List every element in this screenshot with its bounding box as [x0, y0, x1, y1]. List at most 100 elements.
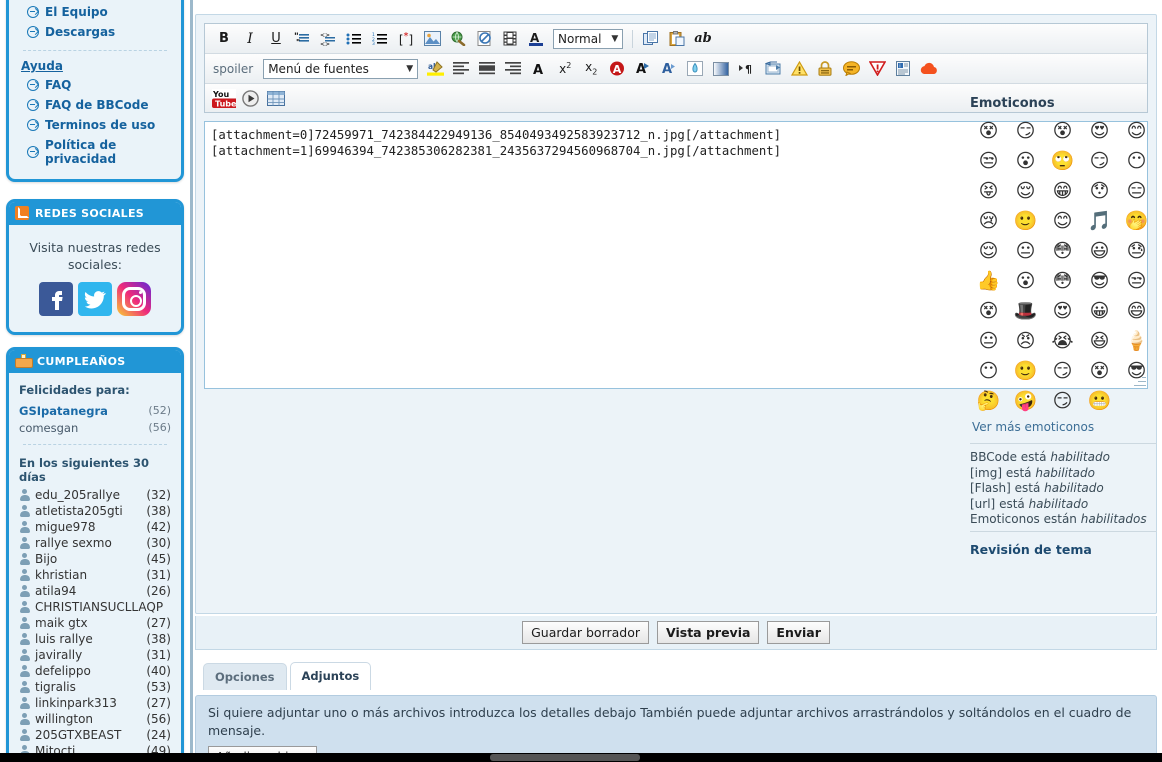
subscript-button[interactable]: x2 — [578, 56, 604, 82]
underline-button[interactable]: U — [263, 26, 289, 52]
emoticon-15[interactable]: 😢 — [970, 206, 1007, 236]
emoticon-4[interactable]: 😊 — [1118, 116, 1155, 146]
emoticon-8[interactable]: 😏 — [1081, 146, 1118, 176]
sidebar-link-terminos-de-uso[interactable]: Terminos de uso — [19, 115, 171, 135]
emoticon-34[interactable]: 😄 — [1118, 296, 1155, 326]
emoticon-10[interactable]: 😝 — [970, 176, 1007, 206]
birthday-username[interactable]: atletista205gti — [35, 504, 141, 518]
gradient-button[interactable] — [708, 56, 734, 82]
more-emoticons-link[interactable]: Ver más emoticonos — [970, 416, 1157, 440]
emoticon-33[interactable]: 😀 — [1081, 296, 1118, 326]
bottom-scrollbar-thumb[interactable] — [490, 754, 640, 761]
emoticon-18[interactable]: 🎵 — [1081, 206, 1118, 236]
birthday-username[interactable]: khristian — [35, 568, 141, 582]
emoticon-26[interactable]: 😮 — [1007, 266, 1044, 296]
blue-letter-button[interactable]: A — [656, 56, 682, 82]
save-draft-button[interactable]: Guardar borrador — [522, 621, 650, 644]
emoticon-40[interactable]: 😶 — [970, 356, 1007, 386]
sidebar-link-faq[interactable]: FAQ — [19, 75, 171, 95]
superscript-button[interactable]: x2 — [552, 56, 578, 82]
emoticon-19[interactable]: 🤭 — [1118, 206, 1155, 236]
twitter-icon[interactable] — [78, 282, 112, 316]
emoticon-1[interactable]: 😏 — [1007, 116, 1044, 146]
paste-button[interactable] — [664, 26, 690, 52]
birthday-username[interactable]: maik gtx — [35, 616, 141, 630]
emoticon-38[interactable]: 😆 — [1081, 326, 1118, 356]
birthday-username[interactable]: GSIpatanegra — [19, 404, 108, 418]
help-title[interactable]: Ayuda — [19, 59, 171, 75]
emoticon-23[interactable]: 😃 — [1081, 236, 1118, 266]
emoticon-13[interactable]: 😯 — [1081, 176, 1118, 206]
emoticon-12[interactable]: 😁 — [1044, 176, 1081, 206]
emoticon-47[interactable]: 😏 — [1044, 386, 1081, 416]
indent-button[interactable]: ¶ — [734, 56, 760, 82]
birthday-username[interactable]: javirally — [35, 648, 141, 662]
birthday-username[interactable]: defelippo — [35, 664, 141, 678]
emoticon-5[interactable]: 😒 — [970, 146, 1007, 176]
birthday-username[interactable]: tigralis — [35, 680, 141, 694]
emoticon-31[interactable]: 🎩 — [1007, 296, 1044, 326]
align-center-button[interactable] — [474, 56, 500, 82]
emoticon-20[interactable]: 😌 — [970, 236, 1007, 266]
font-select[interactable]: Menú de fuentes ▼ — [263, 58, 419, 79]
emoticon-3[interactable]: 😍 — [1081, 116, 1118, 146]
facebook-icon[interactable] — [39, 282, 73, 316]
birthday-username[interactable]: Bijo — [35, 552, 141, 566]
red-letter-button[interactable]: A — [604, 56, 630, 82]
spoiler-button[interactable]: spoiler — [211, 62, 259, 76]
birthday-username[interactable]: rallye sexmo — [35, 536, 141, 550]
quote-button[interactable]: " " — [289, 26, 315, 52]
emoticon-22[interactable]: 😳 — [1044, 236, 1081, 266]
emoticon-35[interactable]: 😐 — [970, 326, 1007, 356]
emoticon-45[interactable]: 🤔 — [970, 386, 1007, 416]
emoticon-32[interactable]: 😍 — [1044, 296, 1081, 326]
info-button[interactable]: i — [890, 56, 916, 82]
emoticon-17[interactable]: 😊 — [1044, 206, 1081, 236]
sidebar-link-el-equipo[interactable]: El Equipo — [19, 2, 171, 22]
water-drop-button[interactable] — [682, 56, 708, 82]
insert-link-button[interactable] — [445, 26, 471, 52]
font-size-button[interactable]: A — [526, 56, 552, 82]
emoticon-27[interactable]: 😳 — [1044, 266, 1081, 296]
submit-button[interactable]: Enviar — [767, 621, 830, 644]
birthday-username[interactable]: willington — [35, 712, 141, 726]
copy-button[interactable] — [638, 26, 664, 52]
no-parse-button[interactable] — [471, 26, 497, 52]
emoticon-46[interactable]: 🤪 — [1007, 386, 1044, 416]
bubble-button[interactable] — [838, 56, 864, 82]
birthday-username[interactable]: linkinpark313 — [35, 696, 141, 710]
reply-image-button[interactable] — [760, 56, 786, 82]
emoticon-21[interactable]: 😐 — [1007, 236, 1044, 266]
birthday-username[interactable]: migue978 — [35, 520, 141, 534]
emoticon-2[interactable]: 😵 — [1044, 116, 1081, 146]
youtube-button[interactable]: You Tube — [211, 85, 237, 111]
emoticon-14[interactable]: 😑 — [1118, 176, 1155, 206]
emoticon-7[interactable]: 🙄 — [1044, 146, 1081, 176]
unordered-list-button[interactable] — [341, 26, 367, 52]
insert-video-button[interactable] — [497, 26, 523, 52]
birthday-username[interactable]: CHRISTIANSUCLLAQP — [35, 600, 166, 614]
sidebar-link-faq-de-bbcode[interactable]: FAQ de BBCode — [19, 95, 171, 115]
cloud-button[interactable] — [916, 56, 942, 82]
birthday-username[interactable]: 205GTXBEAST — [35, 728, 141, 742]
birthday-username[interactable]: luis rallye — [35, 632, 141, 646]
emoticon-41[interactable]: 🙂 — [1007, 356, 1044, 386]
abbr-button[interactable]: ab — [690, 26, 716, 52]
lock-button[interactable] — [812, 56, 838, 82]
emoticon-30[interactable]: 😵 — [970, 296, 1007, 326]
tab-opciones[interactable]: Opciones — [203, 663, 287, 690]
italic-button[interactable]: I — [237, 26, 263, 52]
warning-button[interactable] — [786, 56, 812, 82]
style-select[interactable]: Normal ▼ — [553, 28, 623, 49]
media-play-button[interactable] — [237, 85, 263, 111]
bold-letter-button[interactable]: A — [630, 56, 656, 82]
emoticon-25[interactable]: 👍 — [970, 266, 1007, 296]
tab-adjuntos[interactable]: Adjuntos — [289, 662, 372, 690]
emoticon-0[interactable]: 😵 — [970, 116, 1007, 146]
table-button[interactable] — [263, 85, 289, 111]
emoticon-11[interactable]: 😌 — [1007, 176, 1044, 206]
emoticon-29[interactable]: 😒 — [1118, 266, 1155, 296]
emoticon-6[interactable]: 😮 — [1007, 146, 1044, 176]
birthday-username[interactable]: edu_205rallye — [35, 488, 141, 502]
code-button[interactable]: <> <> — [315, 26, 341, 52]
